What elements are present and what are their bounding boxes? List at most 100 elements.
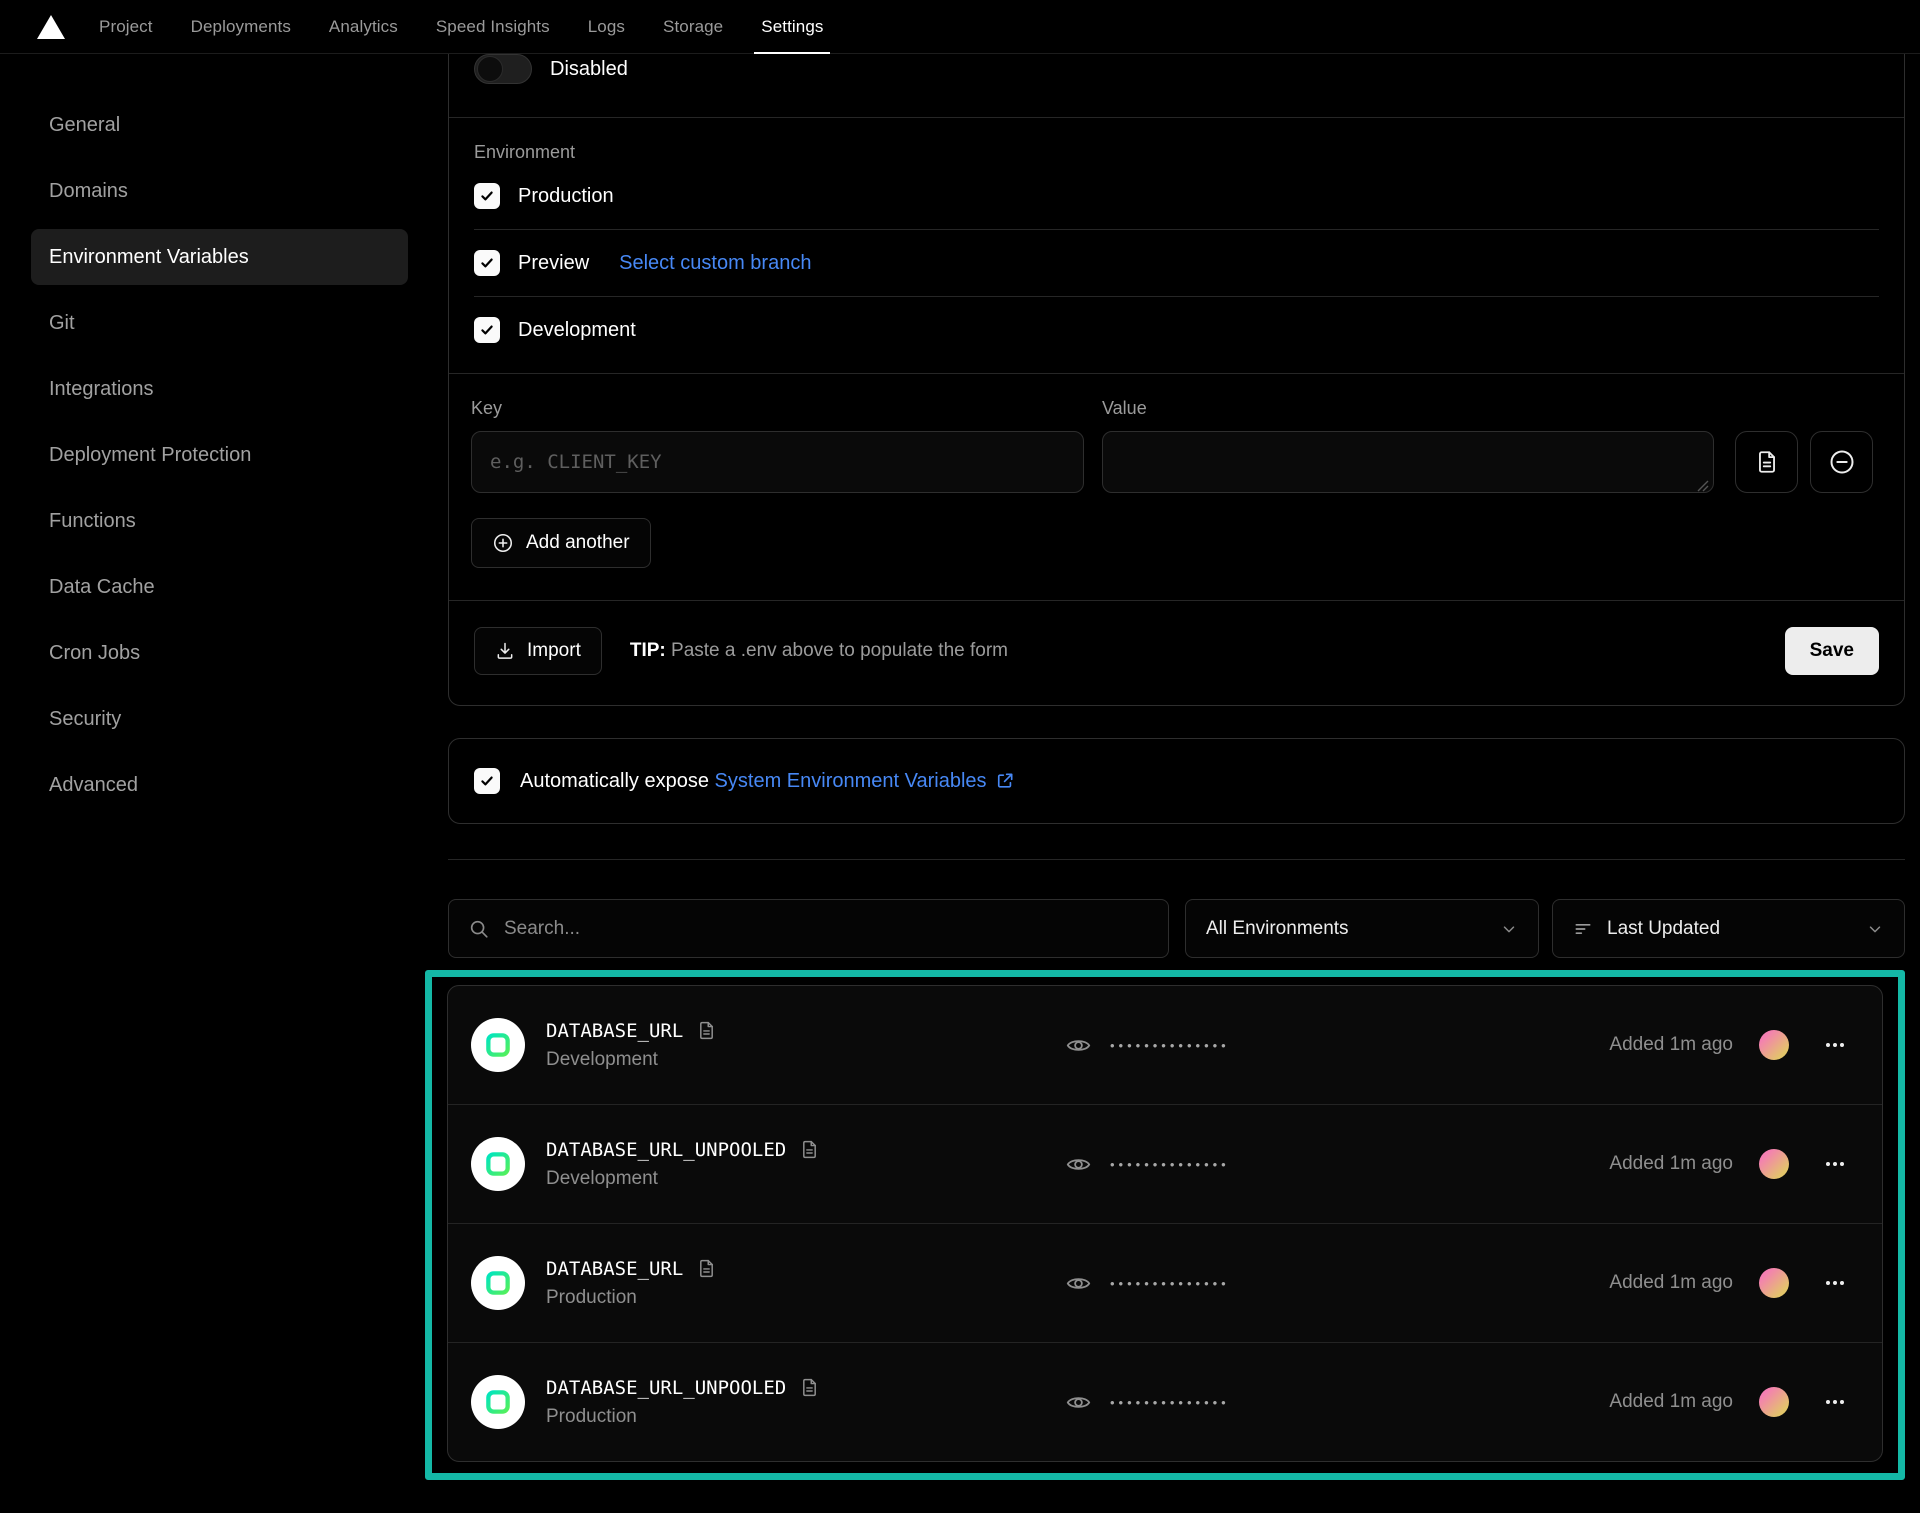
sidebar-item-git[interactable]: Git [31, 295, 408, 351]
search-icon [468, 918, 490, 940]
production-checkbox[interactable] [474, 183, 500, 209]
nav-item-storage[interactable]: Storage [663, 0, 723, 54]
note-icon[interactable] [696, 1258, 717, 1279]
masked-value: •••••••••••••• [1110, 1395, 1230, 1410]
system-env-link[interactable]: System Environment Variables [715, 770, 1015, 793]
highlight-outline: DATABASE_URL Development [425, 970, 1905, 1480]
page: Project Deployments Analytics Speed Insi… [0, 0, 1920, 1513]
sidebar-item-domains[interactable]: Domains [31, 163, 408, 219]
row-menu-button[interactable] [1815, 1263, 1855, 1303]
eye-icon[interactable] [1065, 1032, 1092, 1059]
system-env-checkbox[interactable] [474, 768, 500, 794]
sidebar-item-integrations[interactable]: Integrations [31, 361, 408, 417]
layout: General Domains Environment Variables Gi… [0, 54, 1920, 1480]
system-env-text: Automatically expose System Environment … [520, 770, 1015, 793]
nav-item-project[interactable]: Project [99, 0, 153, 54]
tip-body: Paste a .env above to populate the form [671, 640, 1008, 661]
sidebar-item-environment-variables[interactable]: Environment Variables [31, 229, 408, 285]
env-key: DATABASE_URL_UNPOOLED [546, 1377, 786, 1399]
checkbox-row-development: Development [474, 297, 1879, 363]
neon-integration-icon [471, 1018, 525, 1072]
disabled-toggle[interactable] [474, 54, 532, 84]
row-value: •••••••••••••• [1065, 1032, 1609, 1059]
key-value-labels: Key Value [471, 398, 1879, 431]
sidebar-item-functions[interactable]: Functions [31, 493, 408, 549]
masked-value: •••••••••••••• [1110, 1157, 1230, 1172]
env-row-database-url-unpooled-production: DATABASE_URL_UNPOOLED Production [448, 1343, 1882, 1461]
download-icon [495, 641, 515, 661]
user-avatar [1759, 1268, 1789, 1298]
sidebar-item-advanced[interactable]: Advanced [31, 757, 408, 813]
sort-dropdown[interactable]: Last Updated [1552, 899, 1905, 958]
preview-checkbox-label: Preview [518, 252, 589, 275]
checkbox-row-preview: Preview Select custom branch [474, 230, 1879, 296]
sidebar-item-data-cache[interactable]: Data Cache [31, 559, 408, 615]
row-names: DATABASE_URL_UNPOOLED Development [546, 1139, 820, 1190]
toggle-knob-icon [477, 56, 503, 82]
chevron-down-icon [1500, 920, 1518, 938]
search-input[interactable] [504, 918, 1149, 940]
row-menu-button[interactable] [1815, 1025, 1855, 1065]
paste-from-file-button[interactable] [1735, 431, 1798, 493]
added-timestamp: Added 1m ago [1609, 1034, 1733, 1056]
key-value-section: Key Value [449, 374, 1904, 600]
sidebar-item-cron-jobs[interactable]: Cron Jobs [31, 625, 408, 681]
env-target: Production [546, 1406, 820, 1428]
top-nav: Project Deployments Analytics Speed Insi… [0, 0, 1920, 54]
main-content: Disabled Environment Production [448, 54, 1905, 1480]
user-avatar [1759, 1149, 1789, 1179]
eye-icon[interactable] [1065, 1151, 1092, 1178]
neon-integration-icon [471, 1256, 525, 1310]
row-names: DATABASE_URL_UNPOOLED Production [546, 1377, 820, 1428]
row-meta: Added 1m ago [1609, 1382, 1859, 1422]
tip-label: TIP: [630, 640, 666, 661]
added-timestamp: Added 1m ago [1609, 1272, 1733, 1294]
value-input[interactable] [1102, 431, 1714, 493]
masked-value: •••••••••••••• [1110, 1038, 1230, 1053]
note-icon[interactable] [799, 1139, 820, 1160]
sidebar-item-general[interactable]: General [31, 97, 408, 153]
development-checkbox[interactable] [474, 317, 500, 343]
key-input[interactable] [471, 431, 1084, 493]
system-env-prefix: Automatically expose [520, 770, 709, 792]
user-avatar [1759, 1387, 1789, 1417]
select-custom-branch-link[interactable]: Select custom branch [619, 252, 811, 275]
eye-icon[interactable] [1065, 1389, 1092, 1416]
form-footer: Import TIP: Paste a .env above to popula… [449, 601, 1904, 705]
environment-section-label: Environment [474, 142, 1879, 163]
import-button[interactable]: Import [474, 627, 602, 675]
row-menu-button[interactable] [1815, 1144, 1855, 1184]
sidebar-item-security[interactable]: Security [31, 691, 408, 747]
resize-handle-icon[interactable] [1697, 480, 1709, 492]
remove-row-button[interactable] [1810, 431, 1873, 493]
ellipsis-icon [1823, 1390, 1847, 1414]
row-identity: DATABASE_URL_UNPOOLED Development [471, 1137, 1065, 1191]
sort-icon [1573, 919, 1593, 939]
nav-item-settings[interactable]: Settings [761, 0, 823, 54]
neon-integration-icon [471, 1137, 525, 1191]
add-another-button[interactable]: Add another [471, 518, 651, 568]
nav-item-logs[interactable]: Logs [588, 0, 625, 54]
row-menu-button[interactable] [1815, 1382, 1855, 1422]
add-another-label: Add another [526, 532, 630, 554]
note-icon[interactable] [799, 1377, 820, 1398]
masked-value: •••••••••••••• [1110, 1276, 1230, 1291]
nav-item-analytics[interactable]: Analytics [329, 0, 398, 54]
environment-filter-dropdown[interactable]: All Environments [1185, 899, 1539, 958]
nav-item-deployments[interactable]: Deployments [191, 0, 291, 54]
sidebar-item-deployment-protection[interactable]: Deployment Protection [31, 427, 408, 483]
save-button[interactable]: Save [1785, 627, 1879, 675]
nav-item-speed-insights[interactable]: Speed Insights [436, 0, 550, 54]
check-icon [479, 322, 495, 338]
note-icon[interactable] [696, 1020, 717, 1041]
vercel-logo-icon[interactable] [37, 14, 65, 39]
row-value: •••••••••••••• [1065, 1389, 1609, 1416]
env-row-database-url-unpooled-development: DATABASE_URL_UNPOOLED Development [448, 1105, 1882, 1223]
environment-section: Environment Production Preview Selec [449, 118, 1904, 373]
eye-icon[interactable] [1065, 1270, 1092, 1297]
env-key: DATABASE_URL [546, 1258, 683, 1280]
preview-checkbox[interactable] [474, 250, 500, 276]
external-link-icon [995, 771, 1015, 791]
row-names: DATABASE_URL Production [546, 1258, 717, 1309]
divider [448, 859, 1905, 860]
